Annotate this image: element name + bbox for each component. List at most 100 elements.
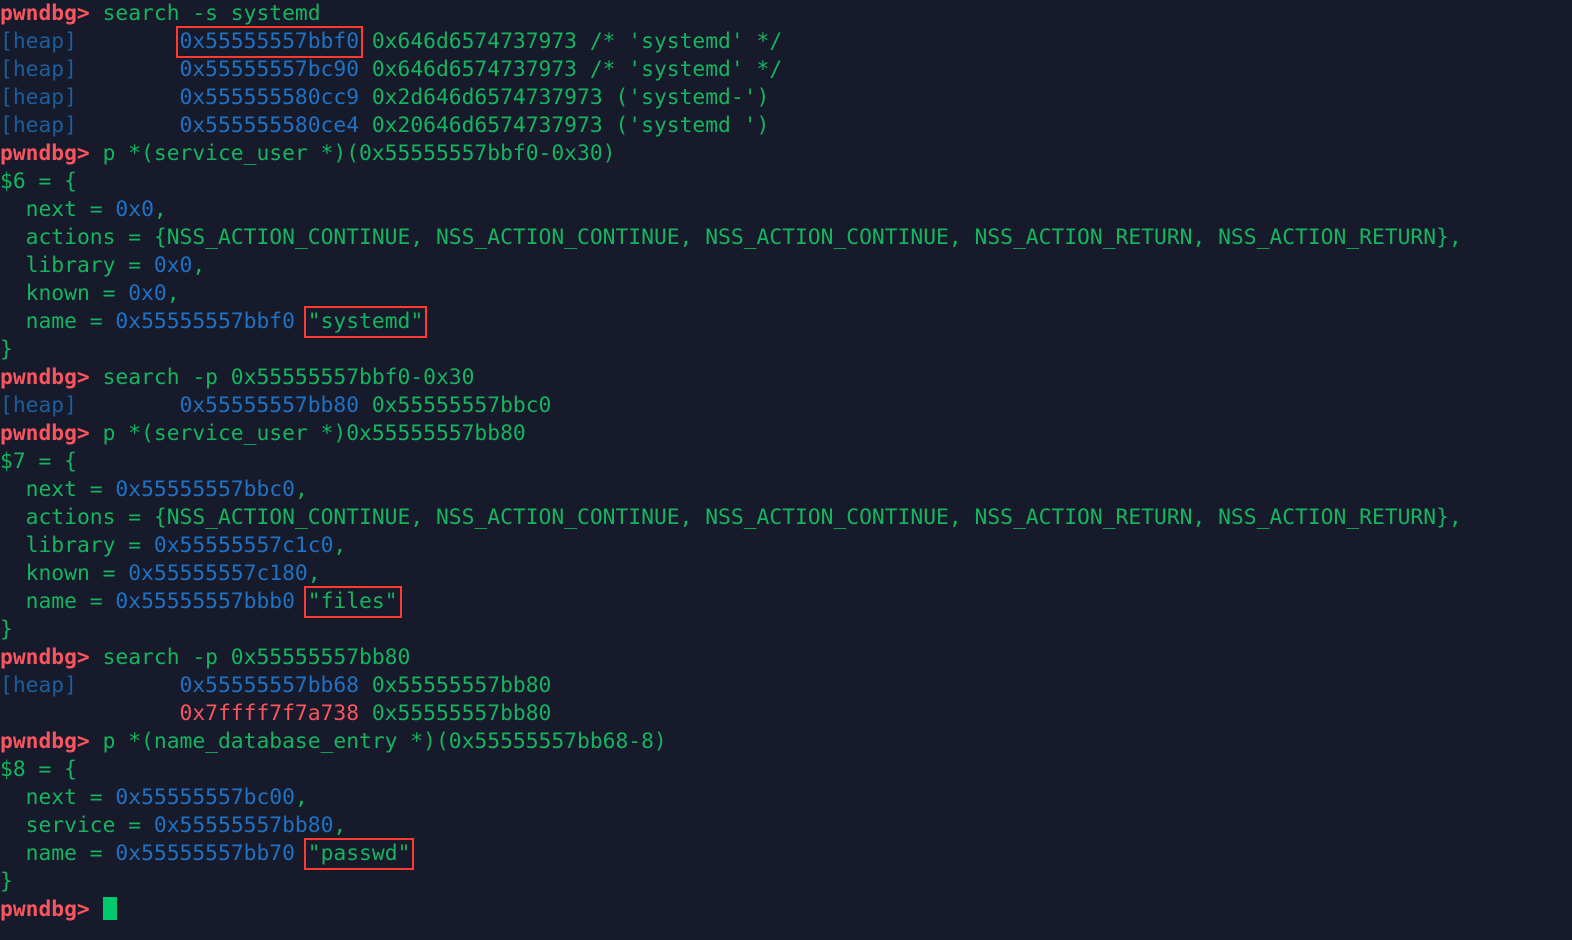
struct-field-row: next = 0x0, [0, 196, 1462, 224]
field-value: 0x55555557bb70 [115, 841, 295, 866]
terminal-command-line[interactable]: pwndbg> search -p 0x55555557bb80 [0, 644, 1462, 672]
field-value: 0x55555557bc00 [115, 785, 295, 810]
field-value: 0x55555557bb80 [153, 813, 334, 838]
terminal-command-line[interactable]: pwndbg> search -s systemd [0, 0, 1462, 28]
search-result-row: [heap] 0x555555580ce4 0x20646d6574737973… [0, 112, 1462, 140]
column-spacer [77, 113, 180, 138]
struct-field-row: known = 0x55555557c180, [0, 560, 1462, 588]
struct-field-row: name = 0x55555557bbf0 "systemd" [0, 306, 1462, 338]
result-address: 0x55555557bc90 [179, 57, 360, 82]
struct-field-row: library = 0x0, [0, 252, 1462, 280]
memory-region-label: [heap] [0, 113, 77, 138]
struct-close-line: } [0, 336, 1462, 364]
field-suffix: , [333, 813, 347, 838]
column-spacer [77, 85, 180, 110]
memory-region-label: [heap] [0, 29, 77, 54]
struct-open-line: $6 = { [0, 168, 1462, 196]
struct-field-row: service = 0x55555557bb80, [0, 812, 1462, 840]
struct-brace: } [0, 869, 13, 894]
field-suffix: , [294, 477, 308, 502]
command-text: search -s systemd [89, 1, 321, 26]
column-spacer [77, 673, 180, 698]
search-result-row: [heap] 0x55555557bb80 0x55555557bbc0 [0, 392, 1462, 420]
result-value: 0x20646d6574737973 ('systemd ') [371, 113, 770, 138]
field-suffix: , [192, 253, 206, 278]
memory-region-label: [heap] [0, 57, 77, 82]
command-text: p *(name_database_entry *)(0x55555557bb6… [89, 729, 667, 754]
struct-field-row: actions = {NSS_ACTION_CONTINUE, NSS_ACTI… [0, 224, 1462, 252]
prompt-label: pwndbg> [0, 729, 90, 754]
struct-field-row: next = 0x55555557bbc0, [0, 476, 1462, 504]
result-value: 0x55555557bb80 [371, 673, 552, 698]
highlighted-string-value: "passwd" [303, 838, 415, 870]
highlighted-string-value: "systemd" [303, 306, 428, 338]
result-value: 0x646d6574737973 /* 'systemd' */ [371, 29, 783, 54]
command-text: search -p 0x55555557bb80 [89, 645, 411, 670]
field-operator: = [115, 253, 154, 278]
field-operator: = [76, 477, 116, 502]
terminal-window[interactable]: pwndbg> search -s systemd [heap] 0x555555… [0, 0, 1572, 940]
highlighted-address: 0x55555557bbf0 [175, 26, 364, 58]
field-value: {NSS_ACTION_CONTINUE, NSS_ACTION_CONTINU… [153, 225, 1462, 250]
column-spacer [77, 57, 180, 82]
terminal-command-line[interactable]: pwndbg> p *(service_user *)(0x55555557bb… [0, 140, 1462, 168]
terminal-command-line[interactable]: pwndbg> search -p 0x55555557bbf0-0x30 [0, 364, 1462, 392]
field-name: known [25, 281, 90, 306]
field-name: name [25, 309, 77, 334]
struct-field-row: next = 0x55555557bc00, [0, 784, 1462, 812]
field-operator: = [115, 225, 154, 250]
terminal-output[interactable]: pwndbg> search -s systemd [heap] 0x555555… [0, 0, 1462, 924]
result-value: 0x2d646d6574737973 ('systemd-') [371, 85, 770, 110]
terminal-input-line[interactable]: pwndbg> [0, 896, 1462, 924]
field-name: actions [25, 225, 116, 250]
field-operator: = [76, 309, 116, 334]
field-value: {NSS_ACTION_CONTINUE, NSS_ACTION_CONTINU… [153, 505, 1462, 530]
struct-field-row: library = 0x55555557c1c0, [0, 532, 1462, 560]
result-address: 0x55555557bb68 [179, 673, 360, 698]
struct-brace: $8 = { [0, 757, 77, 782]
command-text: p *(service_user *)0x55555557bb80 [89, 421, 526, 446]
struct-brace: $6 = { [0, 169, 77, 194]
field-value: 0x55555557c1c0 [153, 533, 334, 558]
struct-close-line: } [0, 868, 1462, 896]
field-name: next [25, 477, 77, 502]
prompt-label: pwndbg> [0, 141, 90, 166]
field-value: 0x0 [128, 281, 167, 306]
column-spacer [0, 701, 180, 726]
field-name: known [25, 561, 90, 586]
field-operator: = [115, 533, 154, 558]
column-spacer [77, 29, 180, 54]
field-operator: = [76, 197, 116, 222]
search-result-row: [heap] 0x55555557bb68 0x55555557bb80 [0, 672, 1462, 700]
struct-brace: $7 = { [0, 449, 77, 474]
field-value: 0x55555557c180 [128, 561, 308, 586]
terminal-command-line[interactable]: pwndbg> p *(name_database_entry *)(0x555… [0, 728, 1462, 756]
prompt-label: pwndbg> [0, 365, 90, 390]
prompt-label: pwndbg> [0, 897, 90, 922]
field-operator: = [89, 561, 129, 586]
field-name: next [25, 785, 77, 810]
search-result-row: [heap] 0x555555580cc9 0x2d646d6574737973… [0, 84, 1462, 112]
field-suffix: , [294, 785, 308, 810]
result-address: 0x55555557bb80 [179, 393, 360, 418]
field-suffix: , [166, 281, 180, 306]
field-value: 0x55555557bbc0 [115, 477, 295, 502]
field-operator: = [115, 813, 154, 838]
field-name: name [25, 589, 77, 614]
field-value: 0x55555557bbb0 [115, 589, 295, 614]
field-suffix: , [153, 197, 167, 222]
terminal-command-line[interactable]: pwndbg> p *(service_user *)0x55555557bb8… [0, 420, 1462, 448]
